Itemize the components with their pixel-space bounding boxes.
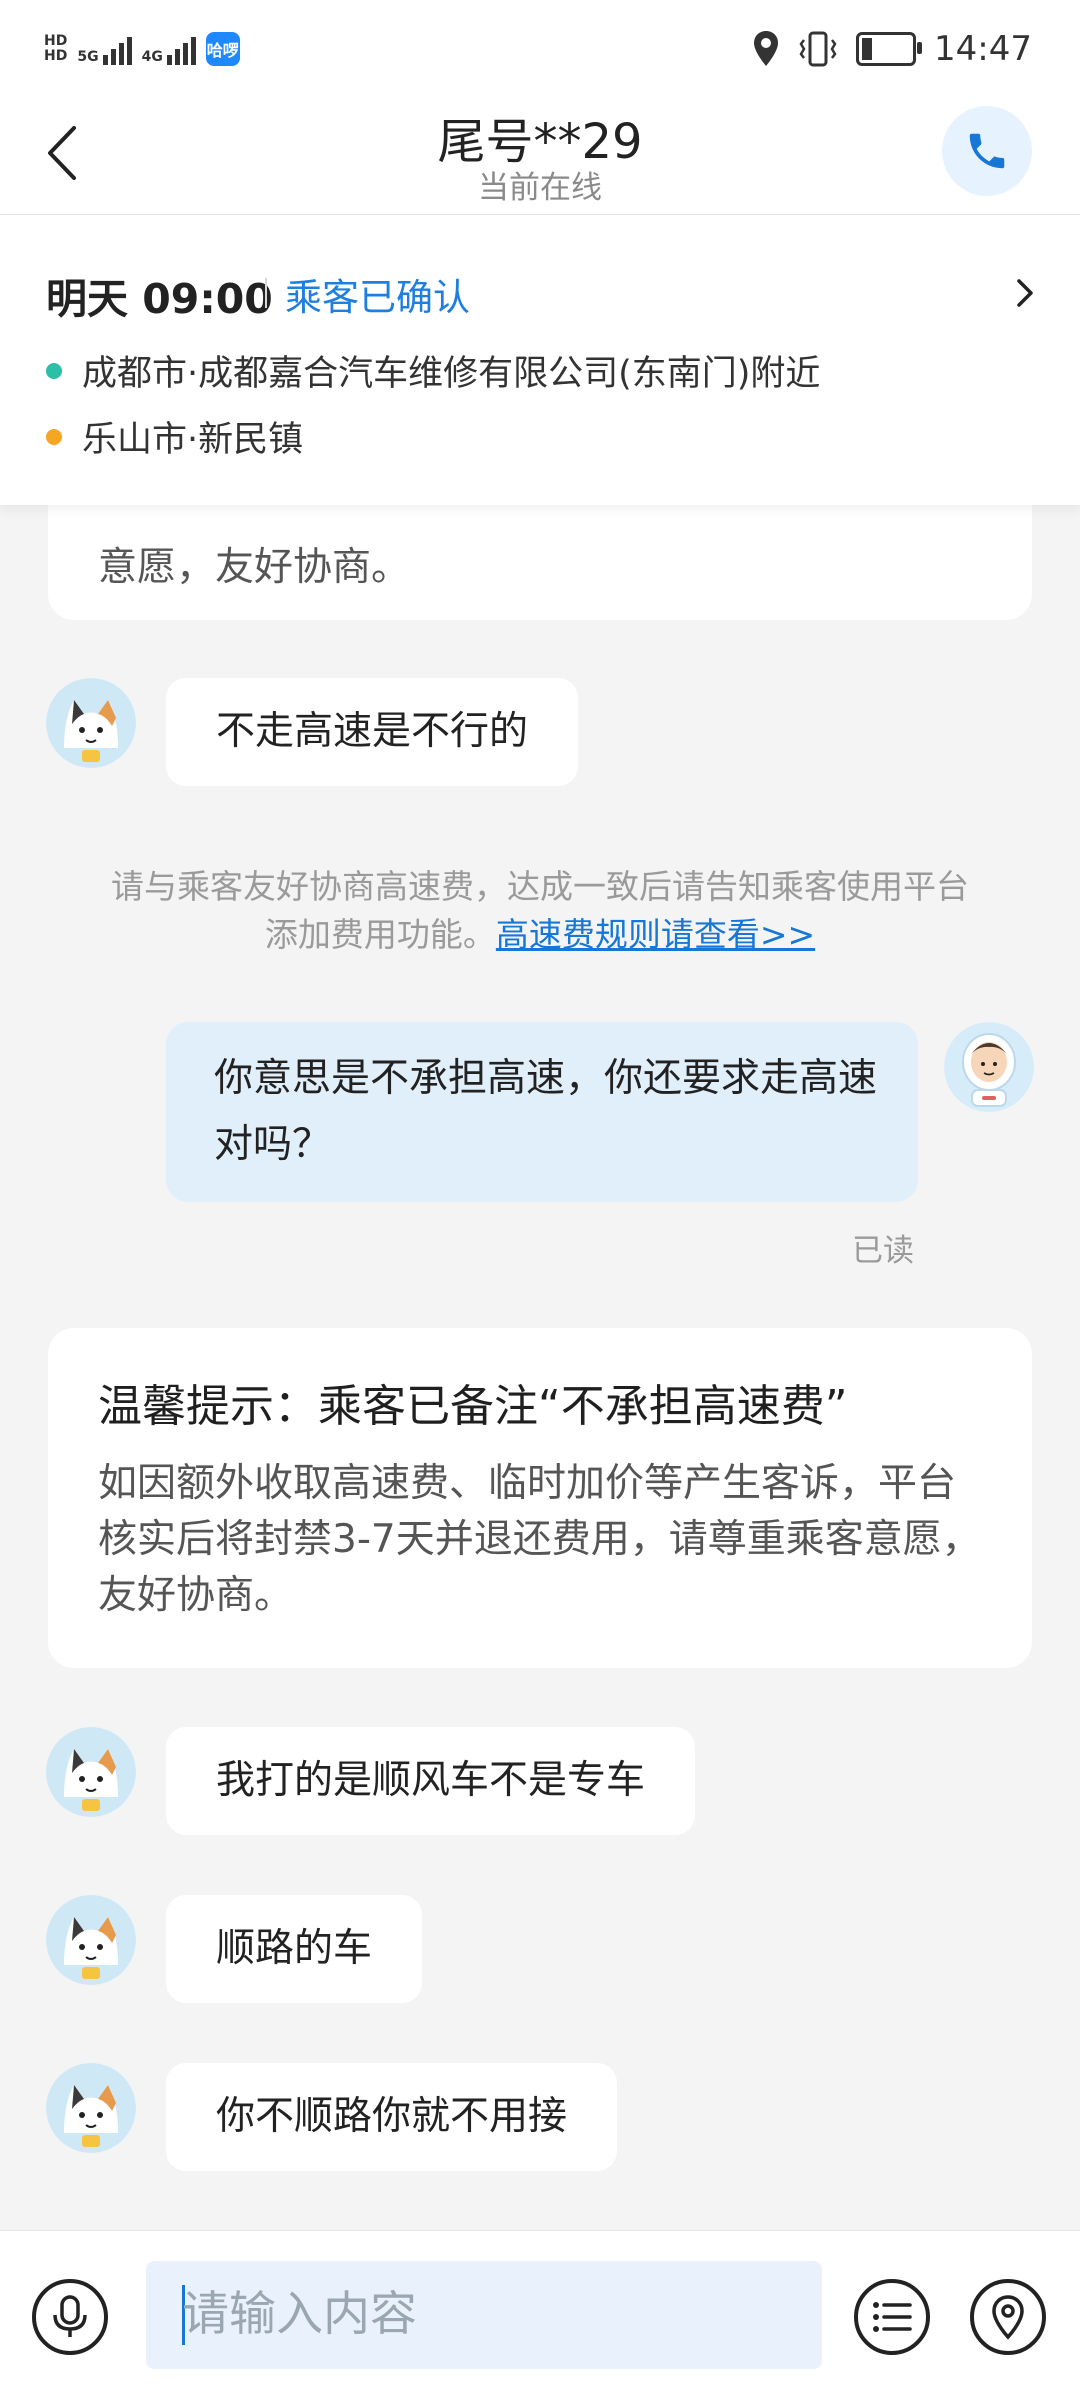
microphone-icon — [53, 2295, 87, 2337]
network-2-label: 4G — [141, 49, 163, 65]
warm-tip-card: 温馨提示：乘客已备注“不承担高速费” 如因额外收取高速费、临时加价等产生客诉，平… — [48, 1328, 1032, 1668]
trip-info-card[interactable]: 明天 09:00 乘客已确认 成都市·成都嘉合汽车维修有限公司(东南门)附近 乐… — [0, 215, 1080, 505]
chevron-right-icon[interactable] — [1010, 273, 1040, 313]
notice-card-partial: 意愿，友好协商。 — [48, 505, 1032, 620]
origin-text: 成都市·成都嘉合汽车维修有限公司(东南门)附近 — [82, 354, 821, 394]
destination-dot-icon — [46, 428, 62, 445]
passenger-avatar[interactable] — [46, 1727, 136, 1817]
hd-indicators: HD HD — [44, 34, 67, 64]
passenger-message[interactable]: 顺路的车 — [166, 1895, 423, 2003]
passenger-avatar[interactable] — [46, 678, 136, 768]
location-icon — [754, 31, 779, 66]
hd-label-2: HD — [44, 48, 68, 64]
quick-reply-button[interactable] — [854, 2279, 930, 2355]
input-bar: 请输入内容 — [0, 2230, 1080, 2401]
passenger-avatar[interactable] — [46, 1895, 136, 1985]
astronaut-avatar-icon — [944, 1022, 1034, 1112]
input-placeholder: 请输入内容 — [182, 2287, 417, 2342]
hd-label-1: HD — [44, 33, 68, 49]
online-status: 当前在线 — [478, 170, 602, 206]
location-pin-icon — [992, 2295, 1024, 2340]
destination-text: 乐山市·新民镇 — [82, 420, 304, 460]
warm-tip-body: 如因额外收取高速费、临时加价等产生客诉，平台核实后将封禁3-7天并退还费用，请尊… — [98, 1461, 981, 1618]
driver-message[interactable]: 你意思是不承担高速，你还要求走高速对吗？ — [166, 1022, 918, 1202]
divider — [265, 278, 267, 308]
battery-icon — [856, 32, 923, 66]
cat-avatar-icon — [46, 2063, 136, 2153]
driver-avatar[interactable] — [944, 1022, 1034, 1112]
cat-avatar-icon — [46, 1727, 136, 1817]
passenger-message[interactable]: 你不顺路你就不用接 — [166, 2063, 618, 2171]
app-notification-icon: 哈啰 — [205, 32, 240, 66]
menu-list-icon — [873, 2302, 912, 2332]
status-bar: HD HD 5G 4G 哈啰 14:47 — [0, 0, 1080, 96]
phone-icon — [969, 133, 1005, 169]
call-button[interactable] — [942, 106, 1032, 196]
signal-icon — [166, 33, 196, 65]
trip-time: 明天 09:00 — [46, 275, 273, 323]
status-right: 14:47 — [752, 22, 1032, 76]
origin-dot-icon — [46, 362, 62, 379]
send-location-button[interactable] — [970, 2279, 1046, 2355]
trip-status: 乘客已确认 — [285, 276, 470, 319]
network-1: 5G — [77, 33, 132, 65]
passenger-message[interactable]: 不走高速是不行的 — [166, 678, 579, 786]
cat-avatar-icon — [46, 678, 136, 768]
vibrate-icon — [799, 31, 837, 67]
system-tip: 请与乘客友好协商高速费，达成一致后请告知乘客使用平台添加费用功能。高速费规则请查… — [100, 863, 980, 959]
destination-address: 乐山市·新民镇 — [46, 411, 303, 462]
clock: 14:47 — [934, 29, 1032, 69]
origin-address: 成都市·成都嘉合汽车维修有限公司(东南门)附近 — [46, 345, 820, 396]
signal-icon — [102, 33, 132, 65]
warm-tip-title: 温馨提示：乘客已备注“不承担高速费” — [98, 1381, 848, 1432]
highway-fee-rules-link[interactable]: 高速费规则请查看>> — [496, 915, 815, 954]
network-1-label: 5G — [77, 49, 99, 65]
passenger-message[interactable]: 我打的是顺风车不是专车 — [166, 1727, 696, 1835]
notice-card-tail: 意愿，友好协商。 — [98, 545, 411, 590]
status-left: HD HD 5G 4G 哈啰 — [44, 24, 240, 74]
message-input[interactable]: 请输入内容 — [146, 2261, 822, 2369]
passenger-avatar[interactable] — [46, 2063, 136, 2153]
network-2: 4G — [142, 33, 196, 65]
voice-button[interactable] — [32, 2279, 108, 2355]
read-status: 已读 — [852, 1233, 914, 1269]
chat-header: 尾号**29 当前在线 — [0, 96, 1080, 215]
cat-avatar-icon — [46, 1895, 136, 1985]
chat-list[interactable]: 意愿，友好协商。 不走高速是不行的 请与乘客友好协商高速费，达成一致后请告知乘客… — [0, 505, 1080, 2230]
driver-message-text: 你意思是不承担高速，你还要求走高速对吗？ — [214, 1056, 878, 1167]
